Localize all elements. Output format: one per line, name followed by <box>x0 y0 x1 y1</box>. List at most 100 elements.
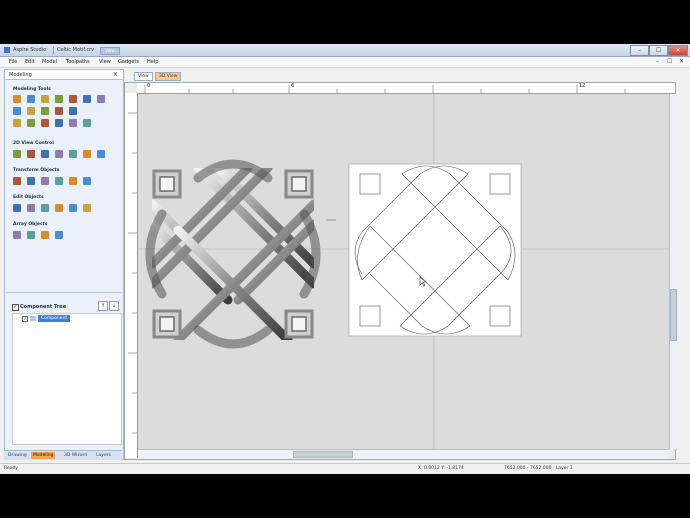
tab-layers[interactable]: Layers <box>94 452 113 459</box>
mdi-close-button[interactable]: ✕ <box>679 58 684 65</box>
view-control-tool-icon[interactable] <box>41 150 49 158</box>
design-artwork <box>138 94 669 449</box>
array-objects-heading: Array Objects <box>13 222 48 227</box>
edit-tool-icon[interactable] <box>13 204 21 212</box>
edit-tool-icon[interactable] <box>83 204 91 212</box>
menu-toolpaths[interactable]: Toolpaths <box>66 59 90 65</box>
menu-model[interactable]: Model <box>42 59 57 65</box>
close-button[interactable]: ✕ <box>668 45 688 56</box>
edit-tool-icon[interactable] <box>41 204 49 212</box>
2d-view[interactable] <box>138 94 669 449</box>
modeling-tool-icon[interactable] <box>55 95 63 103</box>
minimize-button[interactable]: – <box>630 45 649 56</box>
menu-help[interactable]: Help <box>147 59 158 65</box>
modeling-tool-icon[interactable] <box>69 95 77 103</box>
view-control-tool-icon[interactable] <box>97 150 105 158</box>
edit-tool-icon[interactable] <box>69 204 77 212</box>
horizontal-scrollbar[interactable] <box>138 449 669 459</box>
mdi-minimize-button[interactable]: – <box>656 58 659 65</box>
relief-celtic-knot[interactable] <box>145 159 321 349</box>
menu-gadgets[interactable]: Gadgets <box>118 59 139 65</box>
document-tabs: View 3D View <box>134 71 674 81</box>
tree-item-checkbox[interactable]: ✓ <box>22 316 28 322</box>
edit-tool-icon[interactable] <box>55 204 63 212</box>
horizontal-ruler: 0 6 12 <box>137 83 675 94</box>
transform-tool-icon[interactable] <box>27 177 35 185</box>
application-window: Aspire Studio Celtic Motif.crv View – ☐ … <box>0 44 690 474</box>
ruler-label-0: 0 <box>147 83 151 89</box>
modeling-tool-icon[interactable] <box>41 95 49 103</box>
tab-modeling[interactable]: Modeling <box>31 452 56 459</box>
modeling-tool-icon[interactable] <box>83 95 91 103</box>
tree-item-component[interactable]: Component <box>38 315 71 322</box>
design-canvas: 0 6 12 <box>124 82 677 460</box>
modeling-tool-icon[interactable] <box>97 95 105 103</box>
tab-3d-view[interactable]: 3D View <box>155 72 182 81</box>
modeling-tool-icon[interactable] <box>69 107 77 115</box>
modeling-tool-icon[interactable] <box>55 107 63 115</box>
document-title: Celtic Motif.crv <box>57 47 95 53</box>
array-tool-icon[interactable] <box>27 231 35 239</box>
transform-tool-icon[interactable] <box>83 177 91 185</box>
transform-tool-icon[interactable] <box>69 177 77 185</box>
menu-file[interactable]: File <box>9 59 17 65</box>
view-control-heading: 2D View Control <box>13 141 54 146</box>
transform-tool-icon[interactable] <box>41 177 49 185</box>
move-up-button[interactable]: ↑ <box>98 301 108 311</box>
status-text: Ready <box>4 466 18 471</box>
mdi-restore-button[interactable]: ☐ <box>667 58 672 65</box>
move-down-button[interactable]: ↓ <box>109 301 119 311</box>
component-tree-title: Component Tree <box>20 304 67 310</box>
status-dimensions: 7652.000 - 7652.000 : Layer 1 <box>504 466 573 471</box>
view-control-tool-icon[interactable] <box>27 150 35 158</box>
transform-tool-icon[interactable] <box>55 177 63 185</box>
tab-view[interactable]: View <box>134 72 153 81</box>
modeling-tool-icon[interactable] <box>13 119 21 127</box>
menu-edit[interactable]: Edit <box>25 59 35 65</box>
panel-divider <box>7 292 121 293</box>
array-tool-icon[interactable] <box>13 231 21 239</box>
vertical-scrollbar[interactable] <box>669 94 677 449</box>
modeling-tool-icon[interactable] <box>41 107 49 115</box>
horizontal-ruler-ticks <box>144 85 626 93</box>
horizontal-scroll-thumb[interactable] <box>293 451 353 458</box>
modeling-tool-icon[interactable] <box>13 95 21 103</box>
app-logo-icon <box>4 47 10 53</box>
modeling-tools-heading: Modeling Tools <box>13 87 51 92</box>
panel-close-icon[interactable]: × <box>113 71 118 78</box>
modeling-tool-icon[interactable] <box>69 119 77 127</box>
title-bar: Aspire Studio Celtic Motif.crv View – ☐ … <box>0 44 690 57</box>
menu-view[interactable]: View <box>99 59 111 65</box>
vector-celtic-knot[interactable] <box>348 163 522 337</box>
modeling-tool-icon[interactable] <box>27 119 35 127</box>
vertical-scroll-thumb[interactable] <box>670 289 677 341</box>
view-control-tool-icon[interactable] <box>83 150 91 158</box>
panel-tabs: Drawing Modeling 3D Wizard Layers <box>4 450 122 460</box>
edit-tool-icon[interactable] <box>27 204 35 212</box>
panel-title: Modeling <box>9 72 32 78</box>
modeling-tool-icon[interactable] <box>27 95 35 103</box>
modeling-tool-icon[interactable] <box>13 107 21 115</box>
component-tree-checkbox[interactable]: ✓ <box>12 304 19 311</box>
modeling-tool-icon[interactable] <box>27 107 35 115</box>
quick-access-view-button[interactable]: View <box>100 47 120 55</box>
tab-drawing[interactable]: Drawing <box>6 452 29 459</box>
view-control-tool-icon[interactable] <box>55 150 63 158</box>
view-control-tool-icon[interactable] <box>69 150 77 158</box>
panel-header: Modeling × <box>5 70 123 80</box>
maximize-button[interactable]: ☐ <box>649 45 668 56</box>
view-control-tool-icon[interactable] <box>13 150 21 158</box>
array-tool-icon[interactable] <box>41 231 49 239</box>
tree-expand-icon[interactable]: - <box>16 316 18 322</box>
tab-3d-wizard[interactable]: 3D Wizard <box>62 452 89 459</box>
transform-tool-icon[interactable] <box>13 177 21 185</box>
modeling-panel: Modeling × Modeling Tools 2D View Contro… <box>4 69 124 460</box>
vertical-ruler <box>125 93 138 458</box>
vertical-ruler-ticks <box>128 112 137 434</box>
array-tool-icon[interactable] <box>55 231 63 239</box>
app-title: Aspire Studio <box>13 47 47 53</box>
modeling-tool-icon[interactable] <box>83 119 91 127</box>
modeling-tool-icon[interactable] <box>41 119 49 127</box>
menu-bar: File Edit Model Toolpaths View Gadgets H… <box>0 57 690 68</box>
modeling-tool-icon[interactable] <box>55 119 63 127</box>
